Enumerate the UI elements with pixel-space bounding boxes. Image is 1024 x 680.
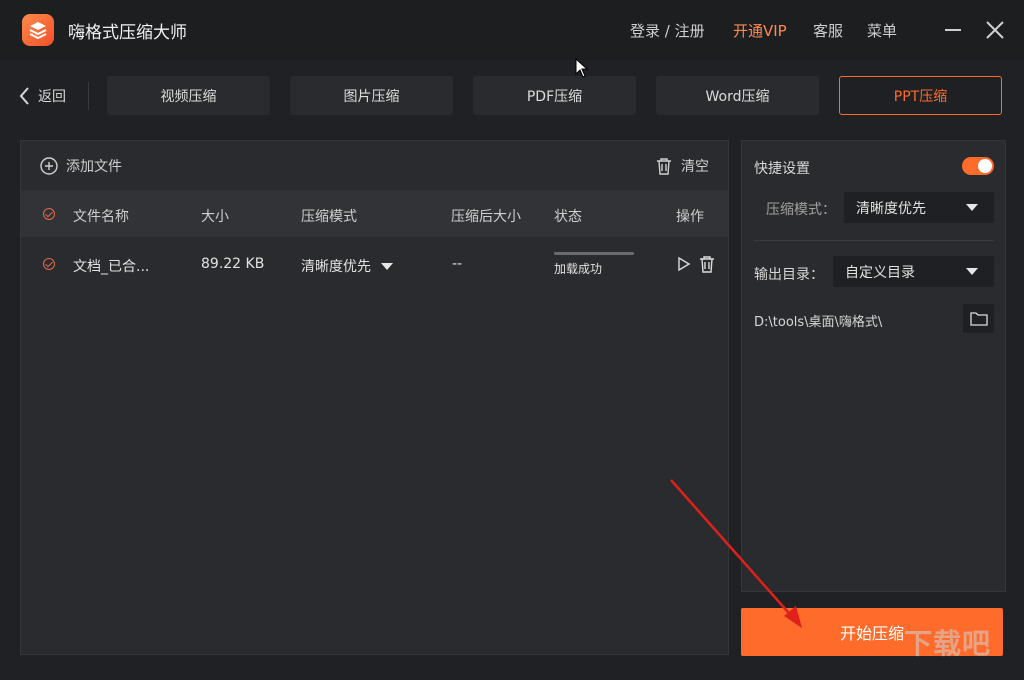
row-progress-fill bbox=[554, 252, 634, 255]
menu-link[interactable]: 菜单 bbox=[867, 20, 897, 41]
browse-folder-button[interactable] bbox=[963, 304, 994, 333]
add-file-label: 添加文件 bbox=[66, 159, 122, 175]
mouse-cursor-icon bbox=[575, 58, 589, 78]
tab-image-compress[interactable]: 图片压缩 bbox=[290, 76, 453, 115]
separator bbox=[88, 82, 89, 110]
delete-row-icon[interactable] bbox=[699, 255, 715, 277]
row-progress-bar bbox=[554, 252, 634, 255]
column-header-compressed-size: 压缩后大小 bbox=[451, 209, 521, 225]
back-button[interactable]: 返回 bbox=[18, 84, 66, 108]
row-mode-dropdown[interactable]: 清晰度优先 bbox=[301, 256, 393, 276]
settings-divider bbox=[754, 240, 994, 241]
vip-link[interactable]: 开通VIP bbox=[733, 20, 787, 41]
compressed-size: -- bbox=[452, 256, 463, 272]
close-icon[interactable] bbox=[985, 20, 1005, 40]
mode-select-value: 清晰度优先 bbox=[856, 200, 926, 217]
column-header-size: 大小 bbox=[201, 209, 229, 225]
tab-video-compress[interactable]: 视频压缩 bbox=[107, 76, 270, 115]
clear-label: 清空 bbox=[681, 159, 709, 175]
tab-word-compress[interactable]: Word压缩 bbox=[656, 76, 819, 115]
row-mode-value: 清晰度优先 bbox=[301, 259, 371, 275]
mode-select[interactable]: 清晰度优先 bbox=[844, 192, 994, 223]
select-all-checkbox[interactable] bbox=[43, 208, 55, 220]
column-header-status: 状态 bbox=[554, 209, 582, 225]
clear-button[interactable]: 清空 bbox=[655, 157, 709, 175]
login-link[interactable]: 登录 / 注册 bbox=[630, 20, 705, 41]
row-checkbox[interactable] bbox=[43, 258, 55, 270]
row-status: 加载成功 bbox=[554, 262, 603, 276]
output-dir-value: 自定义目录 bbox=[845, 264, 915, 281]
column-header-mode: 压缩模式 bbox=[301, 209, 357, 225]
column-header-actions: 操作 bbox=[676, 209, 704, 225]
annotation-arrow bbox=[670, 479, 802, 628]
chevron-left-icon bbox=[19, 87, 29, 105]
plus-circle-icon bbox=[40, 157, 58, 175]
customer-service-link[interactable]: 客服 bbox=[813, 20, 843, 41]
file-name: 文档_已合... bbox=[73, 259, 150, 275]
add-file-button[interactable]: 添加文件 bbox=[40, 157, 122, 175]
back-label: 返回 bbox=[38, 89, 66, 105]
trash-icon bbox=[657, 158, 671, 175]
mode-label: 压缩模式： bbox=[766, 202, 836, 218]
app-logo-icon bbox=[22, 14, 54, 46]
minimize-icon[interactable] bbox=[945, 29, 961, 31]
caret-down-icon bbox=[966, 268, 978, 275]
tab-ppt-compress[interactable]: PPT压缩 bbox=[839, 76, 1002, 115]
caret-down-icon bbox=[966, 204, 978, 211]
folder-icon bbox=[970, 312, 988, 326]
caret-down-icon bbox=[381, 262, 393, 270]
tab-pdf-compress[interactable]: PDF压缩 bbox=[473, 76, 636, 115]
file-size: 89.22 KB bbox=[201, 256, 265, 272]
quick-settings-label: 快捷设置 bbox=[754, 161, 810, 177]
play-icon[interactable] bbox=[677, 256, 691, 276]
app-title: 嗨格式压缩大师 bbox=[68, 23, 187, 43]
output-path: D:\tools\桌面\嗨格式\ bbox=[754, 315, 883, 330]
column-header-name: 文件名称 bbox=[73, 209, 129, 225]
watermark: 下载吧 bbox=[904, 627, 992, 660]
output-dir-label: 输出目录： bbox=[754, 267, 824, 283]
output-dir-select[interactable]: 自定义目录 bbox=[833, 256, 994, 287]
quick-settings-toggle[interactable] bbox=[962, 157, 994, 175]
